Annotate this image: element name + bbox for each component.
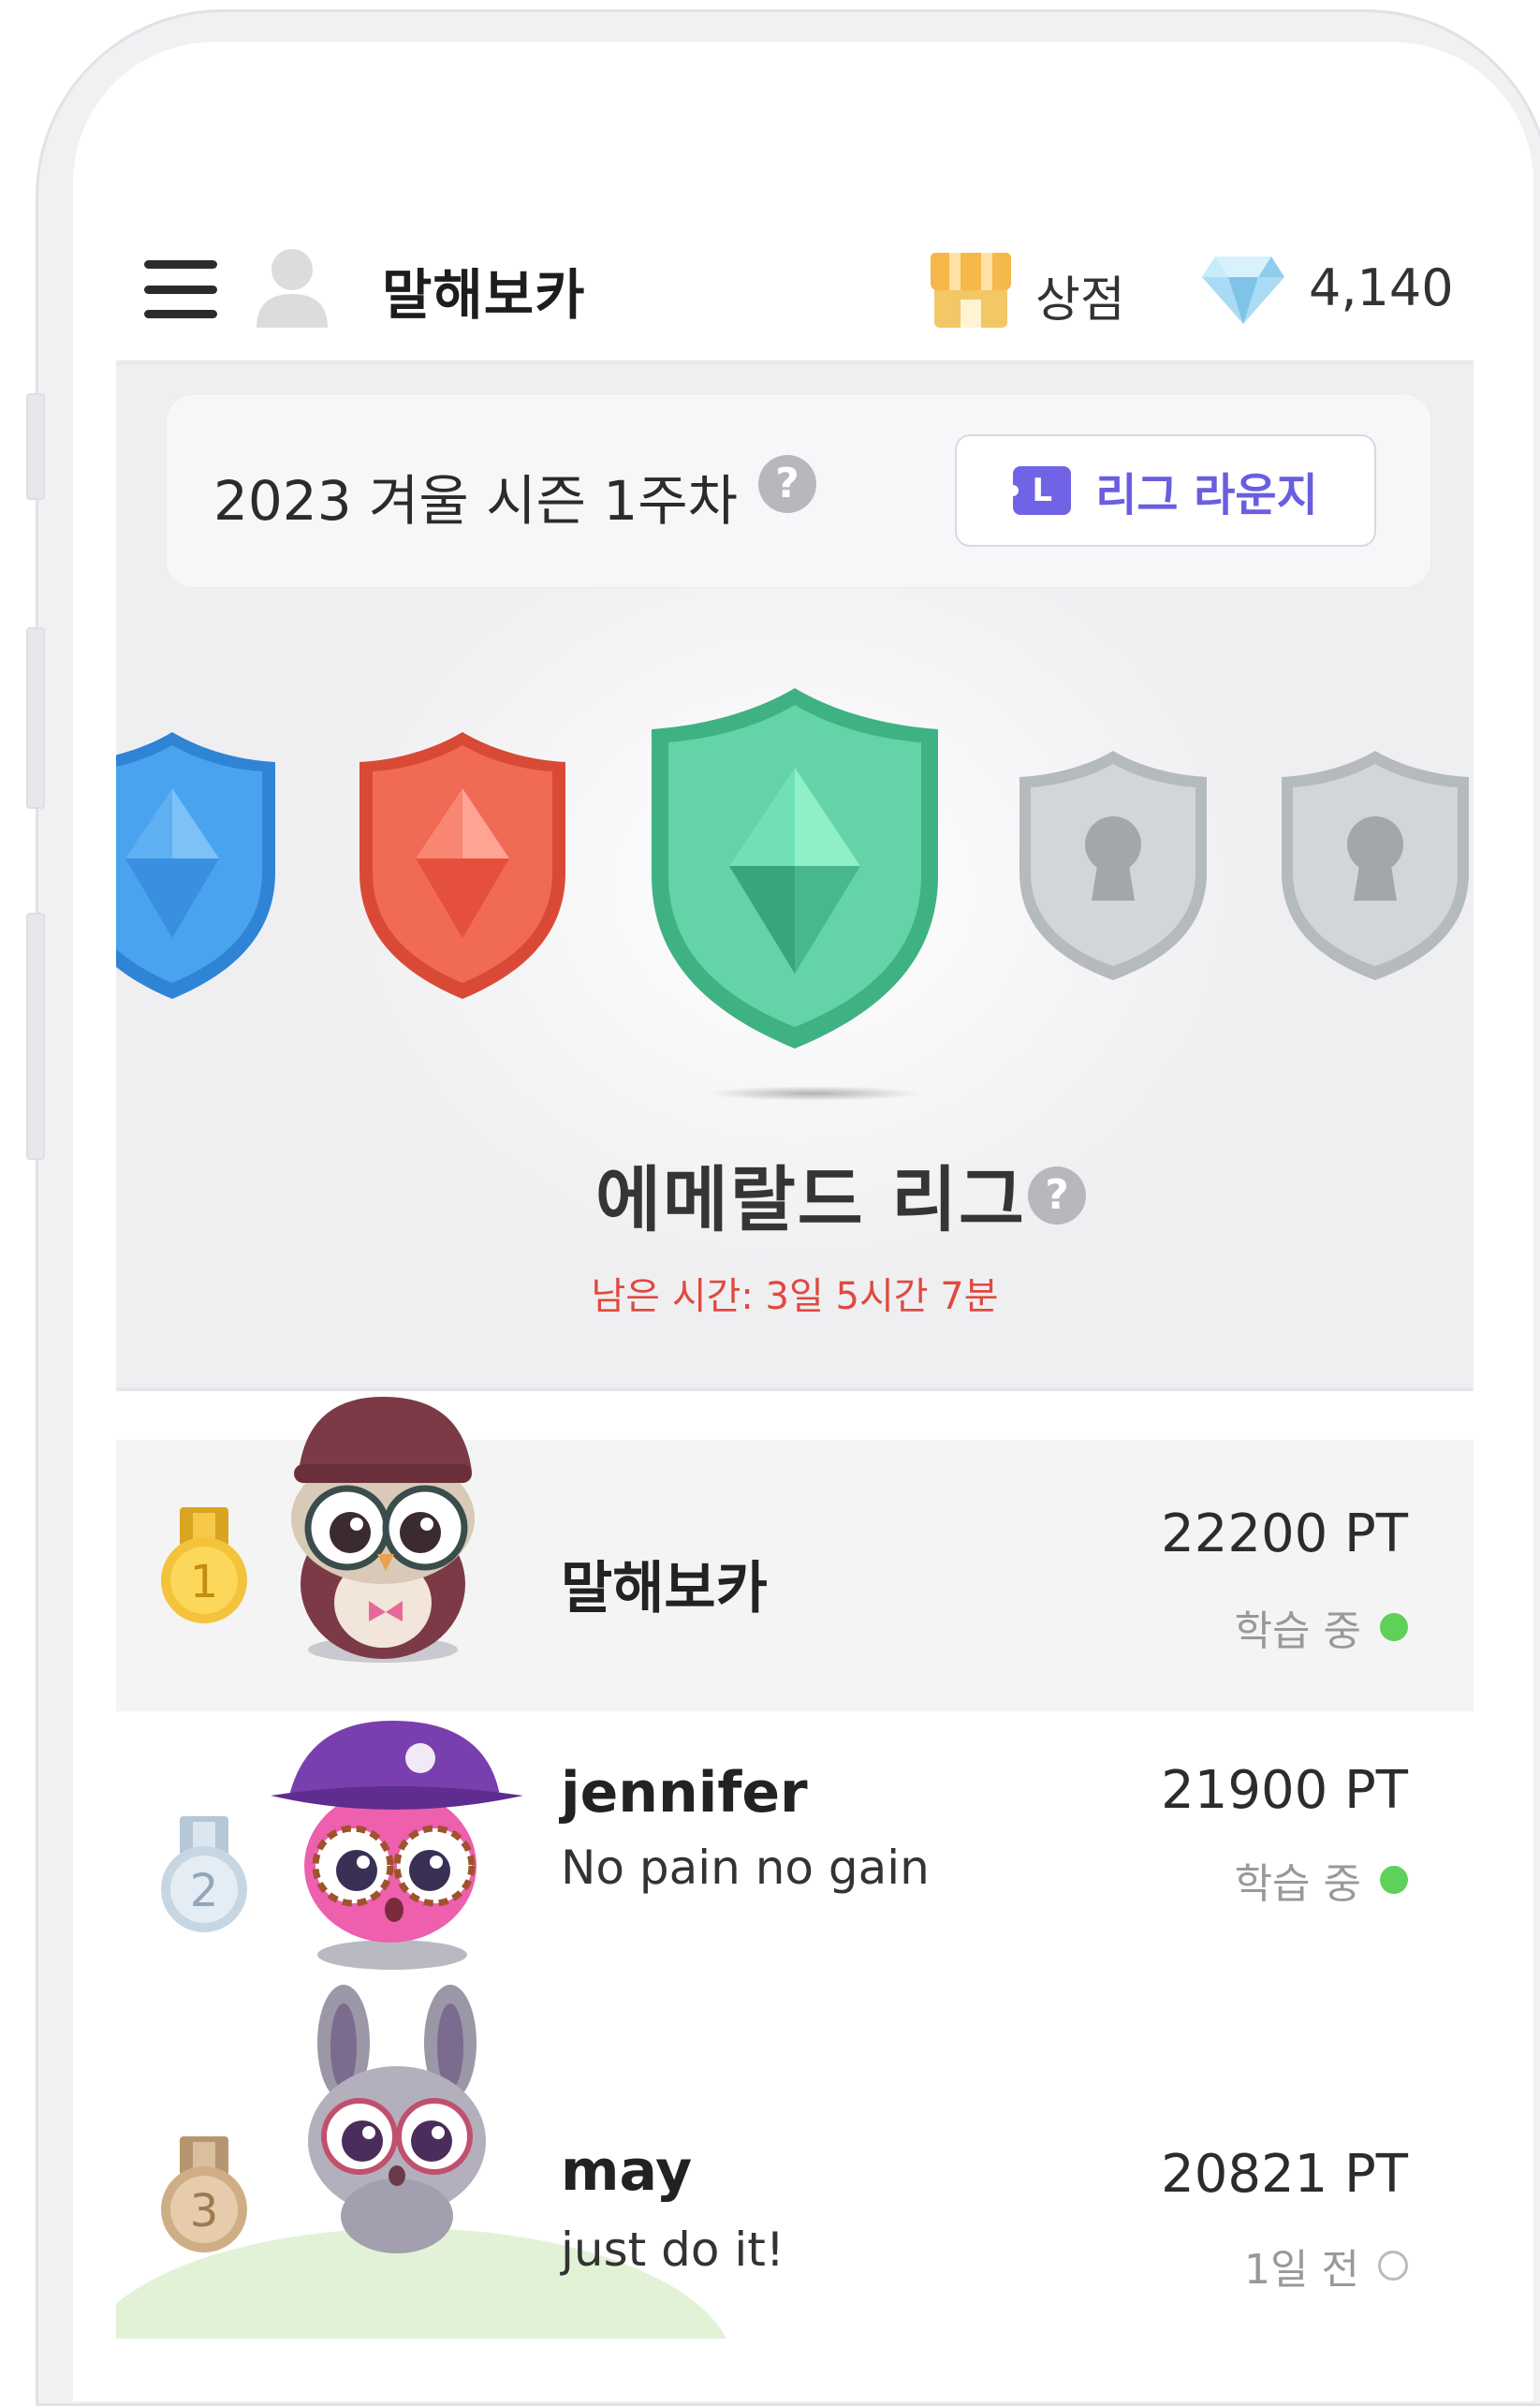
season-card: 2023 겨울 시즌 1주차 ? L 리그 라운지 [165, 393, 1432, 589]
time-remaining: 남은 시간: 3일 5시간 7분 [591, 1275, 999, 1318]
pirate-avatar-icon [271, 1721, 523, 1970]
locked-badge-icon[interactable] [1277, 751, 1474, 985]
svg-text:1: 1 [190, 1556, 219, 1608]
user-status-message: No pain no gain [561, 1841, 930, 1895]
hamburger-menu-icon[interactable] [144, 260, 217, 318]
user-status-message: just do it! [561, 2223, 785, 2277]
user-points: 21900 PT [1161, 1760, 1408, 1821]
app-title: 말해보카 [382, 263, 586, 327]
user-points: 22200 PT [1161, 1504, 1408, 1564]
silver-medal-icon: 2 [161, 1816, 247, 1932]
offline-dot-icon [1378, 2251, 1408, 2281]
user-name: jennifer [561, 1760, 808, 1826]
badge-shadow [706, 1086, 921, 1101]
activity-label: 학습 중 [1234, 1607, 1361, 1655]
gold-medal-icon: 1 [161, 1507, 247, 1623]
activity-label: 1일 전 [1244, 2246, 1359, 2294]
locked-badge-icon[interactable] [1015, 751, 1211, 985]
user-points: 20821 PT [1161, 2144, 1408, 2205]
shop-label[interactable]: 상점 [1035, 260, 1125, 330]
bronze-medal-icon: 3 [161, 2136, 247, 2252]
season-help-icon[interactable]: ? [758, 455, 816, 513]
season-title: 2023 겨울 시즌 1주차 [213, 469, 738, 533]
league-lounge-button[interactable]: L 리그 라운지 [955, 434, 1376, 547]
ranking-row[interactable]: 2 jennifer No pain no gain 21900 PT 학습 중 [116, 1711, 1474, 1983]
activity-status: 학습 중 [1235, 1850, 1408, 1910]
ranking-row[interactable]: 1 말해보카 22200 PT 학습 중 [116, 1397, 1474, 1711]
app-screen: 말해보카 상점 4,140 2023 겨울 시즌 1주차 ? L 리그 라운지 [116, 0, 1474, 2339]
activity-label: 학습 중 [1234, 1860, 1361, 1908]
ruby-badge-icon[interactable] [350, 732, 575, 1004]
svg-text:2: 2 [190, 1865, 219, 1917]
online-dot-icon [1380, 1613, 1408, 1641]
user-name: may [561, 2138, 693, 2204]
phone-side-button [26, 913, 45, 1160]
phone-side-button [26, 393, 45, 500]
owl-avatar-icon [291, 1397, 475, 1663]
ticket-icon: L [1007, 466, 1072, 515]
user-name: 말해보카 [561, 1556, 768, 1621]
gem-count: 4,140 [1309, 258, 1454, 317]
profile-avatar-icon[interactable] [255, 245, 330, 330]
league-lounge-label: 리그 라운지 [1095, 469, 1318, 521]
activity-status: 학습 중 [1235, 1597, 1408, 1657]
svg-text:3: 3 [190, 2185, 219, 2237]
online-dot-icon [1380, 1866, 1408, 1894]
league-help-icon[interactable]: ? [1028, 1166, 1086, 1225]
league-name: 에메랄드 리그 [595, 1158, 1026, 1241]
activity-status: 1일 전 [1244, 2236, 1408, 2296]
sapphire-badge-icon[interactable] [116, 732, 285, 1004]
phone-side-button [26, 627, 45, 809]
top-bar: 말해보카 상점 4,140 [116, 225, 1474, 365]
emerald-badge-icon[interactable] [640, 688, 949, 1053]
bunny-avatar-icon [308, 1985, 486, 2253]
diamond-icon [1202, 257, 1284, 324]
shop-icon[interactable] [931, 253, 1011, 330]
league-section: 2023 겨울 시즌 1주차 ? L 리그 라운지 에메랄드 리그 ? 남은 시… [116, 365, 1474, 1390]
ranking-row[interactable]: 3 may just do it! 20821 PT 1일 전 [116, 1985, 1474, 2296]
